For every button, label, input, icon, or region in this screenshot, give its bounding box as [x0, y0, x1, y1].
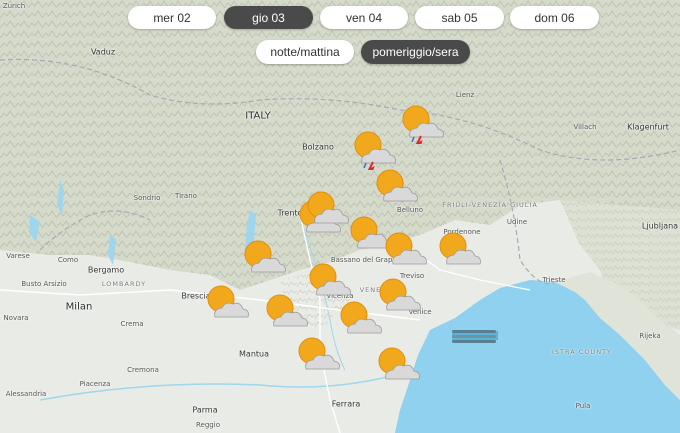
- map-label-zurich: Zurich: [2, 2, 26, 10]
- map-label-novara: Novara: [3, 314, 29, 322]
- map-label-sondrio: Sondrio: [133, 194, 161, 202]
- map-label-istra: ISTRA COUNTY: [552, 348, 612, 356]
- map-label-reggio: Reggio: [196, 421, 220, 429]
- map-label-lombardy: LOMBARDY: [101, 280, 147, 288]
- partly-cloudy-icon[interactable]: [334, 300, 384, 340]
- period-tab-notte-mattina[interactable]: notte/mattina: [256, 40, 354, 64]
- day-tab-gio-03[interactable]: gio 03: [224, 6, 313, 29]
- period-tab-pomeriggio-sera[interactable]: pomeriggio/sera: [361, 40, 470, 64]
- map-label-crema: Crema: [120, 320, 144, 328]
- day-tab-ven-04[interactable]: ven 04: [320, 6, 408, 29]
- map-label-friuli: FRIULI-VENEZIA GIULIA: [442, 201, 538, 209]
- map-label-parma: Parma: [192, 405, 218, 415]
- partly-cloudy-icon[interactable]: [301, 190, 351, 230]
- map-label-cremona: Cremona: [127, 366, 159, 374]
- partly-cloudy-icon[interactable]: [292, 336, 342, 376]
- partly-cloudy-icon[interactable]: [379, 231, 429, 271]
- map-label-klagenfurt: Klagenfurt: [627, 122, 669, 132]
- map-label-piacenza: Piacenza: [79, 380, 111, 388]
- partly-cloudy-thunder-icon[interactable]: [396, 104, 446, 144]
- day-tab-sab-05[interactable]: sab 05: [415, 6, 504, 29]
- partly-cloudy-icon[interactable]: [370, 168, 420, 208]
- map-label-villach: Villach: [573, 123, 597, 131]
- partly-cloudy-icon[interactable]: [372, 346, 422, 386]
- partly-cloudy-icon[interactable]: [201, 284, 251, 324]
- fog-icon[interactable]: [450, 316, 500, 356]
- map-label-lienz: Lienz: [455, 91, 475, 99]
- partly-cloudy-icon[interactable]: [303, 262, 353, 302]
- map-label-como: Como: [57, 256, 79, 264]
- partly-cloudy-icon[interactable]: [433, 231, 483, 271]
- map-label-alessandria: Alessandria: [5, 390, 47, 398]
- map-label-bergamo: Bergamo: [87, 265, 125, 275]
- map-label-bolzano: Bolzano: [302, 142, 334, 152]
- map-label-varese: Varese: [6, 252, 30, 260]
- map-label-vaduz: Vaduz: [90, 47, 116, 57]
- map-label-ljubljana: Ljubljana: [641, 221, 679, 231]
- map-label-italy: ITALY: [245, 110, 271, 122]
- map-label-rijeka: Rijeka: [639, 332, 661, 340]
- map-label-milan: Milan: [65, 301, 93, 313]
- map-label-tirano: Tirano: [175, 192, 197, 200]
- day-tab-dom-06[interactable]: dom 06: [510, 6, 599, 29]
- day-tab-mer-02[interactable]: mer 02: [128, 6, 216, 29]
- map-label-pula: Pula: [575, 402, 591, 410]
- map-label-trieste: Trieste: [542, 276, 566, 284]
- partly-cloudy-thunder-icon[interactable]: [348, 130, 398, 170]
- partly-cloudy-icon[interactable]: [260, 293, 310, 333]
- map-label-ferrara: Ferrara: [331, 399, 361, 409]
- partly-cloudy-icon[interactable]: [238, 239, 288, 279]
- map-label-udine: Udine: [506, 218, 528, 226]
- map-label-busto: Busto Arsizio: [21, 280, 67, 288]
- map-label-mantua: Mantua: [239, 349, 269, 359]
